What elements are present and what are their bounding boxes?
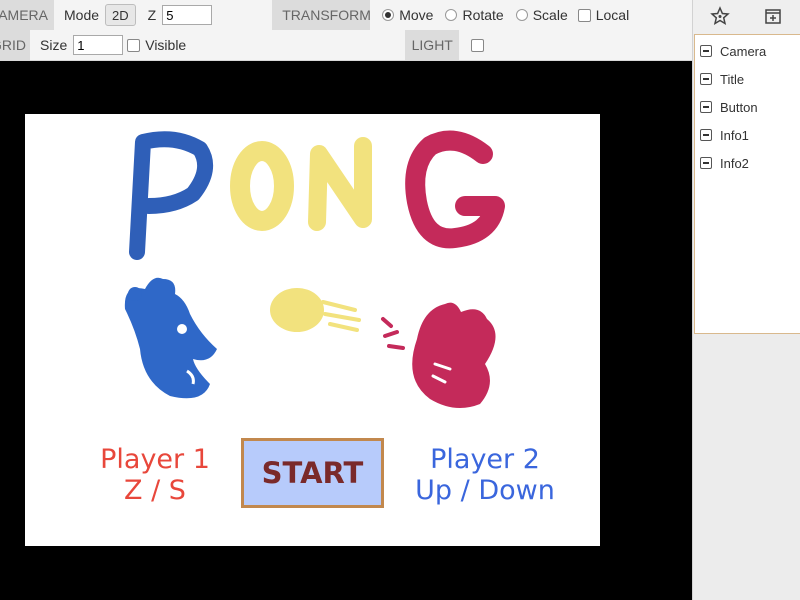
side-panel-header [693, 0, 800, 34]
hierarchy-item-label: Button [720, 99, 758, 115]
side-panel: Camera Title Button Info1 Info2 [692, 0, 800, 600]
radio-selected-icon [382, 9, 395, 21]
scale-radio[interactable]: Scale [515, 7, 568, 23]
add-icon[interactable] [763, 6, 783, 29]
camera-section-label: CAMERA [0, 7, 48, 23]
light-section-label: LIGHT [411, 37, 453, 53]
hierarchy-item-button[interactable]: Button [695, 93, 800, 121]
mode-label: Mode [64, 7, 100, 23]
star-icon[interactable] [709, 5, 730, 29]
hierarchy-item-label: Title [720, 71, 745, 87]
game-canvas[interactable]: Player 1 Z / S START Player 2 Up / Down [25, 114, 600, 546]
collapse-icon[interactable] [700, 129, 712, 141]
pink-creature [381, 302, 496, 408]
collapse-icon[interactable] [700, 73, 712, 85]
player1-keys: Z / S [124, 475, 186, 506]
scene-viewport[interactable]: Player 1 Z / S START Player 2 Up / Down [0, 61, 692, 600]
visible-checkbox[interactable]: Visible [127, 37, 186, 53]
player1-info: Player 1 Z / S [70, 444, 240, 506]
player1-name: Player 1 [100, 444, 210, 475]
move-radio[interactable]: Move [382, 7, 433, 23]
size-label: Size [40, 37, 68, 53]
hierarchy-item-info2[interactable]: Info2 [695, 149, 800, 177]
transform-section-label: TRANSFORM [282, 7, 371, 23]
player2-info: Player 2 Up / Down [395, 444, 575, 506]
transform-section-tag: TRANSFORM [272, 0, 371, 30]
collapse-icon[interactable] [700, 101, 712, 113]
collapse-icon[interactable] [700, 157, 712, 169]
grid-section-tag: GRID [0, 30, 30, 60]
hierarchy-item-title[interactable]: Title [695, 65, 800, 93]
blue-creature [124, 277, 217, 399]
player2-keys: Up / Down [415, 475, 555, 506]
pong-title-logo [129, 130, 505, 260]
rotate-label: Rotate [462, 7, 504, 23]
ball [270, 288, 361, 332]
hierarchy-item-camera[interactable]: Camera [695, 37, 800, 65]
z-label: Z [147, 7, 157, 23]
toolbar-row-grid-light: GRID Size Visible LIGHT [0, 30, 692, 61]
grid-size-input[interactable] [73, 35, 124, 55]
checkbox-icon [127, 38, 141, 52]
hierarchy-item-info1[interactable]: Info1 [695, 121, 800, 149]
radio-icon [445, 9, 458, 21]
light-checkbox[interactable] [471, 38, 485, 52]
z-input[interactable] [162, 5, 213, 25]
local-checkbox[interactable]: Local [577, 7, 630, 23]
scale-label: Scale [532, 7, 568, 23]
grid-section-label: GRID [0, 37, 26, 53]
hierarchy-list: Camera Title Button Info1 Info2 [694, 34, 800, 334]
hierarchy-item-label: Info1 [720, 127, 749, 143]
toolbar-row-camera-transform: CAMERA Mode 2D Z TRANSFORM Move Rotate S… [0, 0, 692, 31]
move-label: Move [399, 7, 434, 23]
player2-name: Player 2 [430, 444, 540, 475]
light-section-tag: LIGHT [405, 30, 460, 60]
collapse-icon[interactable] [700, 45, 712, 57]
radio-icon [515, 9, 528, 21]
hierarchy-item-label: Camera [720, 43, 767, 59]
hierarchy-item-label: Info2 [720, 155, 749, 171]
checkbox-icon [577, 8, 591, 22]
start-button[interactable]: START [241, 438, 384, 508]
mode-2d-button[interactable]: 2D [105, 4, 136, 26]
rotate-radio[interactable]: Rotate [445, 7, 504, 23]
camera-section-tag: CAMERA [0, 0, 54, 30]
local-label: Local [595, 7, 630, 23]
visible-label: Visible [145, 37, 187, 53]
